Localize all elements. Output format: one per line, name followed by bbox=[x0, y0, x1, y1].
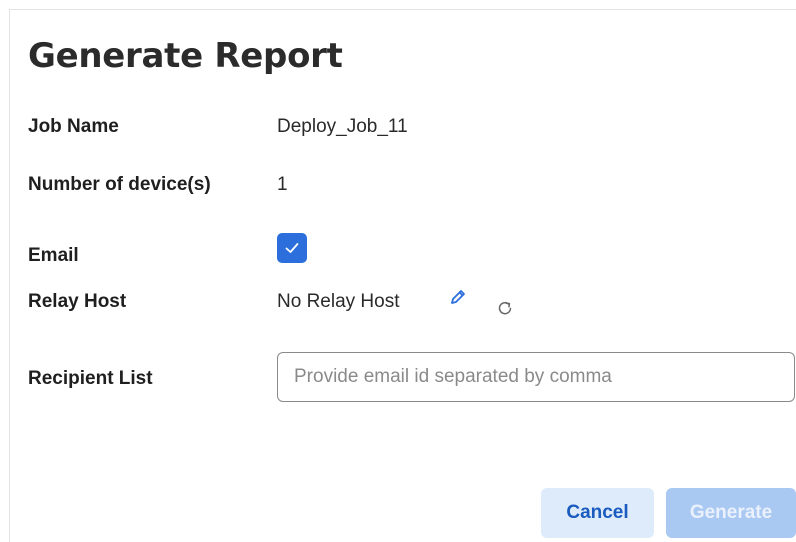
generate-report-dialog: Generate Report Job Name Deploy_Job_11 N… bbox=[9, 9, 796, 542]
dialog-title: Generate Report bbox=[28, 36, 343, 76]
device-count-value: 1 bbox=[277, 174, 288, 195]
recipient-list-label: Recipient List bbox=[28, 368, 153, 389]
relay-host-value: No Relay Host bbox=[277, 291, 400, 312]
email-checkbox[interactable] bbox=[277, 233, 307, 263]
recipient-list-input[interactable] bbox=[277, 352, 795, 402]
checkmark-icon bbox=[285, 243, 299, 253]
pencil-icon[interactable] bbox=[446, 285, 470, 309]
email-label: Email bbox=[28, 245, 79, 266]
job-name-value: Deploy_Job_11 bbox=[277, 116, 408, 137]
relay-host-label: Relay Host bbox=[28, 291, 127, 312]
device-count-label: Number of device(s) bbox=[28, 174, 211, 195]
generate-button[interactable]: Generate bbox=[666, 488, 796, 538]
job-name-label: Job Name bbox=[28, 116, 119, 137]
refresh-icon[interactable] bbox=[493, 296, 517, 320]
cancel-button[interactable]: Cancel bbox=[541, 488, 654, 538]
